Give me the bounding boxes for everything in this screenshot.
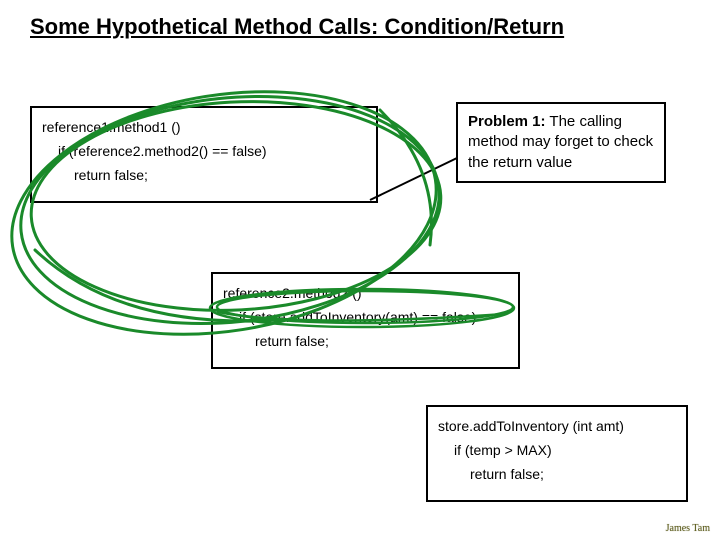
box2-line1: if (store.addToInventory(amt) == false) (239, 306, 508, 330)
box3-line2: return false; (470, 463, 676, 487)
code-box-3: store.addToInventory (int amt) if (temp … (426, 405, 688, 502)
box2-line2: return false; (255, 330, 508, 354)
problem-label: Problem 1: (468, 113, 546, 130)
box3-line1: if (temp > MAX) (454, 439, 676, 463)
footer-credit: James Tam (666, 523, 710, 534)
problem-callout: Problem 1: The calling method may forget… (456, 102, 666, 183)
code-box-2: reference2.method2 () if (store.addToInv… (211, 272, 520, 369)
box3-signature: store.addToInventory (int amt) (438, 415, 676, 439)
page-title: Some Hypothetical Method Calls: Conditio… (30, 14, 564, 40)
box2-signature: reference2.method2 () (223, 282, 508, 306)
code-box-1: reference1.method1 () if (reference2.met… (30, 106, 378, 203)
box1-signature: reference1.method1 () (42, 116, 366, 140)
box1-line1: if (reference2.method2() == false) (58, 140, 366, 164)
box1-line2: return false; (74, 164, 366, 188)
